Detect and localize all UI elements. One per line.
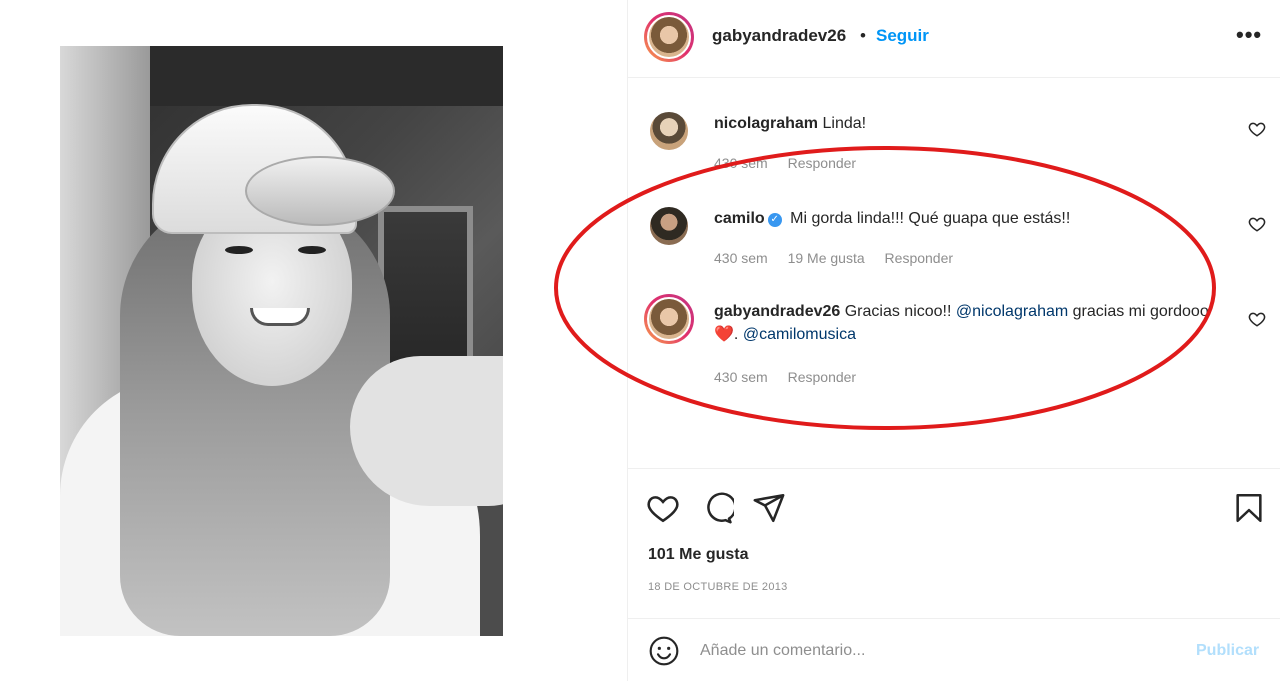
photo-smile	[250, 308, 310, 326]
comment-body: Mi gorda linda!!! Qué guapa que estás!!	[790, 210, 1071, 227]
separator-dot: •	[860, 26, 866, 45]
post-media-area	[0, 0, 625, 681]
commenter-username[interactable]: nicolagraham	[714, 115, 818, 132]
reply-button[interactable]: Responder	[788, 369, 857, 385]
photo-eye	[225, 246, 253, 254]
comment-body: Linda!	[822, 115, 867, 132]
comment-like-heart-icon[interactable]	[1248, 215, 1266, 233]
comment-input[interactable]	[700, 637, 1170, 665]
author-username[interactable]: gabyandradev26	[712, 26, 846, 46]
verified-badge-icon: ✓	[767, 213, 782, 227]
add-comment-bar: Publicar	[628, 618, 1280, 681]
commenter-avatar[interactable]	[648, 205, 690, 247]
comment-bubble-icon[interactable]	[700, 491, 734, 525]
reply-button[interactable]: Responder	[788, 155, 857, 171]
author-avatar[interactable]	[644, 12, 694, 62]
comment-text: nicolagraham Linda!	[714, 112, 1214, 135]
post-date: 18 DE OCTUBRE DE 2013	[648, 581, 788, 593]
follow-button[interactable]: Seguir	[876, 26, 929, 46]
bookmark-icon[interactable]	[1232, 491, 1266, 525]
heart-icon[interactable]	[646, 491, 680, 525]
comment-meta: 430 sem Responder	[714, 155, 872, 171]
comment-body: gracias mi gordooo	[1072, 303, 1209, 320]
post-side-panel: gabyandradev26 • Seguir ••• nicolagraham…	[627, 0, 1280, 681]
paper-plane-icon[interactable]	[752, 491, 786, 525]
photo-eye	[298, 246, 326, 254]
commenter-username[interactable]: camilo	[714, 210, 765, 227]
comment-text: camilo ✓ Mi gorda linda!!! Qué guapa que …	[714, 207, 1214, 230]
publish-button[interactable]: Publicar	[1196, 642, 1259, 660]
mention-link[interactable]: @nicolagraham	[956, 303, 1068, 320]
commenter-avatar[interactable]	[648, 110, 690, 152]
comment-text: gabyandradev26 Gracias nicoo!! @nicolagr…	[714, 300, 1214, 346]
more-options-icon[interactable]: •••	[1236, 22, 1262, 48]
avatar-image	[648, 110, 690, 152]
comment-body: Gracias nicoo!!	[844, 303, 952, 320]
avatar-image	[647, 15, 691, 59]
comment-meta: 430 sem 19 Me gusta Responder	[714, 250, 969, 266]
post-photo[interactable]	[60, 46, 503, 636]
reply-button[interactable]: Responder	[885, 250, 954, 266]
comment-time[interactable]: 430 sem	[714, 155, 768, 171]
comment-likes-count[interactable]: 19 Me gusta	[788, 250, 865, 266]
comment-time[interactable]: 430 sem	[714, 250, 768, 266]
emoji-icon[interactable]	[648, 635, 680, 667]
avatar-image	[648, 205, 690, 247]
comment-meta: 430 sem Responder	[714, 369, 872, 385]
comment-like-heart-icon[interactable]	[1248, 310, 1266, 328]
post-actions-bar: 101 Me gusta 18 DE OCTUBRE DE 2013	[628, 468, 1280, 618]
comment-like-heart-icon[interactable]	[1248, 120, 1266, 138]
photo-ceiling	[120, 46, 503, 106]
mention-link[interactable]: @camilomusica	[743, 326, 856, 343]
red-heart-emoji-icon: ❤️	[714, 326, 734, 343]
comment-time[interactable]: 430 sem	[714, 369, 768, 385]
post-header: gabyandradev26 • Seguir •••	[628, 0, 1280, 78]
likes-count[interactable]: 101 Me gusta	[648, 546, 748, 564]
avatar-image	[647, 297, 691, 341]
commenter-username[interactable]: gabyandradev26	[714, 303, 840, 320]
comment-body: .	[733, 326, 739, 343]
photo-cap-brim	[245, 156, 395, 226]
commenter-avatar[interactable]	[644, 294, 694, 344]
